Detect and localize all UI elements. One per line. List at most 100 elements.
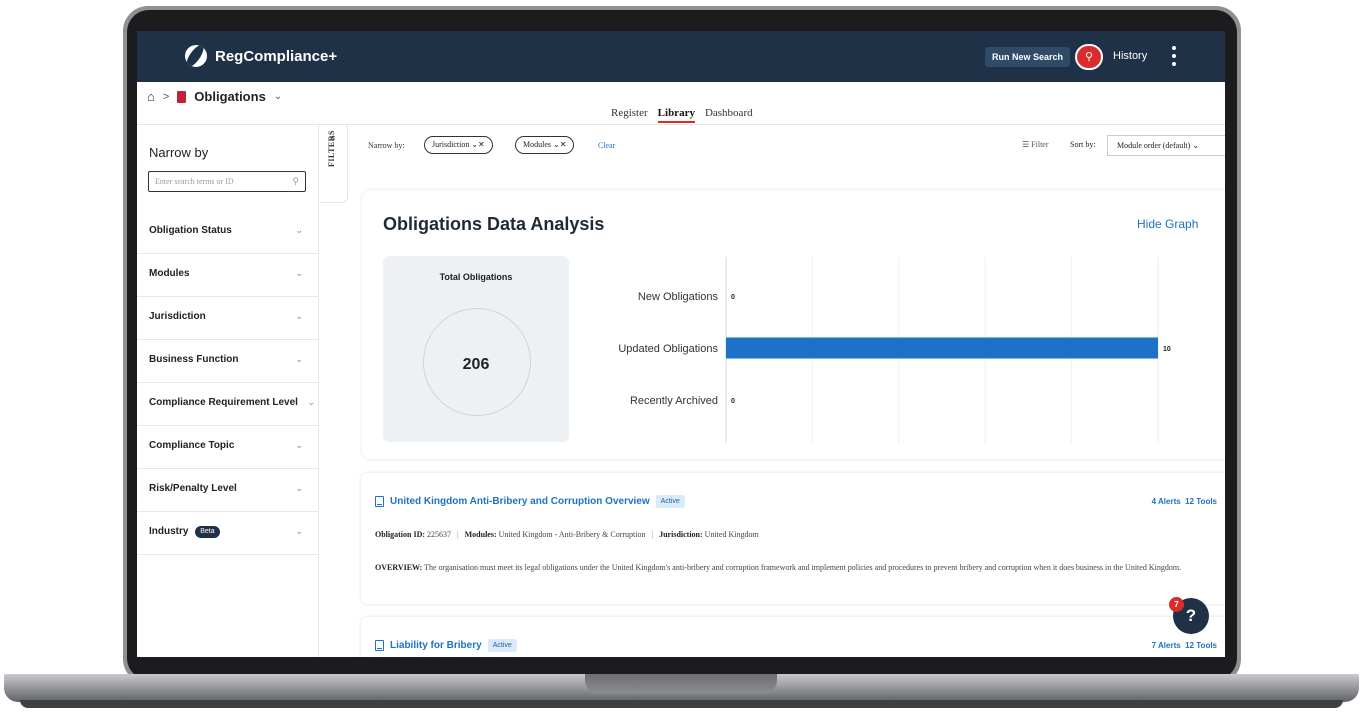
search-icon: ⚲ <box>292 176 299 186</box>
page-title[interactable]: Obligations <box>194 89 266 104</box>
obligation-title: United Kingdom Anti-Bribery and Corrupti… <box>390 496 650 507</box>
filter-label: Filter <box>1031 140 1049 149</box>
clear-filters-link[interactable]: Clear <box>598 141 615 150</box>
chart-category-label: Recently Archived <box>630 395 718 407</box>
tools-link[interactable]: 12 Tools <box>1185 641 1217 650</box>
jurisdiction-value: United Kingdom <box>704 530 759 539</box>
top-bar: RegCompliance+ Run New Search ⚲ History <box>137 31 1225 82</box>
home-icon[interactable]: ⌂ <box>147 89 155 104</box>
facet-label: Risk/Penalty Level <box>149 483 237 494</box>
chart-category-label: New Obligations <box>638 291 719 303</box>
facet-label: Compliance Topic <box>149 440 235 451</box>
close-icon[interactable]: ✕ <box>478 140 485 149</box>
filter-chip-jurisdiction[interactable]: Jurisdiction ⌄✕ <box>424 136 493 154</box>
facet-label: Obligation Status <box>149 225 232 236</box>
search-placeholder: Enter search terms or ID <box>155 177 234 186</box>
chevron-down-icon: ⌄ <box>295 440 303 450</box>
obligation-card: United Kingdom Anti-Bribery and Corrupti… <box>361 473 1225 604</box>
facet-modules[interactable]: Modules ⌄ <box>137 254 319 297</box>
facet-compliance-requirement-level[interactable]: Compliance Requirement Level ⌄ <box>137 383 319 426</box>
laptop-notch <box>585 674 777 694</box>
chart-category-label: Updated Obligations <box>618 343 718 355</box>
tab-library[interactable]: Library <box>657 107 695 123</box>
more-menu-icon[interactable] <box>1171 46 1177 66</box>
sliders-icon: ☰ <box>1022 140 1030 149</box>
sort-value: Module order (default) <box>1117 141 1191 150</box>
search-icon[interactable]: ⚲ <box>1075 44 1103 70</box>
chevron-down-icon: ⌄ <box>1192 141 1200 150</box>
modules-label: Modules: <box>464 530 497 539</box>
analysis-title: Obligations Data Analysis <box>383 214 605 234</box>
help-notification-badge: 7 <box>1169 597 1184 612</box>
chevron-down-icon: ⌄ <box>295 354 303 364</box>
obligation-title: Liability for Bribery <box>390 640 482 651</box>
facet-label: Industry <box>149 526 189 537</box>
modules-value: United Kingdom - Anti-Bribery & Corrupti… <box>498 530 646 539</box>
chevron-down-icon[interactable]: ⌄ <box>553 140 560 149</box>
active-filters-label: Narrow by: <box>368 141 405 150</box>
chevron-down-icon: ⌄ <box>307 397 315 407</box>
run-new-search-button[interactable]: Run New Search <box>985 47 1071 67</box>
tab-register[interactable]: Register <box>611 107 648 123</box>
alerts-link[interactable]: 4 Alerts <box>1152 497 1181 506</box>
app-logo[interactable]: RegCompliance+ <box>185 45 337 67</box>
jurisdiction-label: Jurisdiction: <box>659 530 703 539</box>
facet-jurisdiction[interactable]: Jurisdiction ⌄ <box>137 297 319 340</box>
app-screen: RegCompliance+ Run New Search ⚲ History … <box>137 31 1225 657</box>
chart-value-label: 10 <box>1163 346 1171 353</box>
alerts-tools: 4 Alerts 12 Tools <box>1152 497 1217 506</box>
search-input[interactable]: Enter search terms or ID ⚲ <box>148 171 306 192</box>
sort-by-label: Sort by: <box>1070 140 1096 149</box>
obligation-overview: OVERVIEW: The organisation must meet its… <box>375 559 1225 577</box>
close-icon[interactable]: ✕ <box>560 140 567 149</box>
facet-risk-penalty-level[interactable]: Risk/Penalty Level ⌄ <box>137 469 319 512</box>
chip-label: Modules <box>523 140 551 149</box>
obligation-card: Liability for Bribery Active 7 Alerts 12… <box>361 617 1225 657</box>
breadcrumb-separator-icon: > <box>162 90 170 103</box>
filter-button[interactable]: ☰ Filter <box>1022 140 1049 149</box>
obligation-title-link[interactable]: United Kingdom Anti-Bribery and Corrupti… <box>375 495 685 508</box>
facet-business-function[interactable]: Business Function ⌄ <box>137 340 319 383</box>
narrow-by-title: Narrow by <box>149 145 209 160</box>
meta-separator: | <box>651 530 654 539</box>
status-badge: Active <box>487 639 517 652</box>
facet-label: Business Function <box>149 354 239 365</box>
facet-obligation-status[interactable]: Obligation Status ⌄ <box>137 211 319 254</box>
facet-label: Jurisdiction <box>149 311 206 322</box>
book-icon <box>375 640 384 651</box>
view-tabs: Register Library Dashboard <box>611 107 753 123</box>
obligation-title-link[interactable]: Liability for Bribery Active <box>375 639 517 652</box>
book-icon <box>375 496 384 507</box>
breadcrumb: ⌂ > Obligations ⌄ <box>147 89 282 104</box>
facet-industry[interactable]: Industry Beta ⌄ <box>137 512 319 555</box>
beta-badge: Beta <box>195 526 220 538</box>
filter-chip-modules[interactable]: Modules ⌄✕ <box>515 136 575 154</box>
filters-toggle-tab[interactable]: ≡ FILTERS <box>320 125 348 203</box>
sort-select[interactable]: Module order (default) ⌄ <box>1107 135 1225 156</box>
app-name: RegCompliance+ <box>215 47 338 65</box>
chevron-down-icon: ⌄ <box>295 225 303 235</box>
logo-mark-icon <box>185 45 207 67</box>
facet-label: Modules <box>149 268 190 279</box>
chevron-down-icon: ⌄ <box>295 526 303 536</box>
overview-label: OVERVIEW: <box>375 563 423 572</box>
chip-label: Jurisdiction <box>432 140 470 149</box>
meta-separator: | <box>457 530 459 539</box>
obligation-meta: Obligation ID: 225637 | Modules: United … <box>375 530 759 539</box>
facet-compliance-topic[interactable]: Compliance Topic ⌄ <box>137 426 319 469</box>
tools-link[interactable]: 12 Tools <box>1185 497 1217 506</box>
chevron-down-icon: ⌄ <box>295 311 303 321</box>
hide-graph-link[interactable]: Hide Graph <box>1137 217 1198 231</box>
facet-label: Compliance Requirement Level <box>149 397 298 408</box>
history-link[interactable]: History <box>1113 50 1147 62</box>
obligation-id: 225637 <box>427 530 452 539</box>
chart-value-label: 0 <box>731 398 735 405</box>
alerts-link[interactable]: 7 Alerts <box>1152 641 1181 650</box>
overview-text: The organisation must meet its legal obl… <box>424 563 1182 572</box>
alerts-tools: 7 Alerts 12 Tools <box>1152 641 1217 650</box>
tab-dashboard[interactable]: Dashboard <box>705 107 753 123</box>
chart-bar <box>726 337 1158 359</box>
chevron-down-icon[interactable]: ⌄ <box>274 91 282 102</box>
chart-value-label: 0 <box>731 294 735 301</box>
obligations-bar-chart: New Obligations 0 Updated Obligations 10 Rec… <box>618 257 1171 443</box>
